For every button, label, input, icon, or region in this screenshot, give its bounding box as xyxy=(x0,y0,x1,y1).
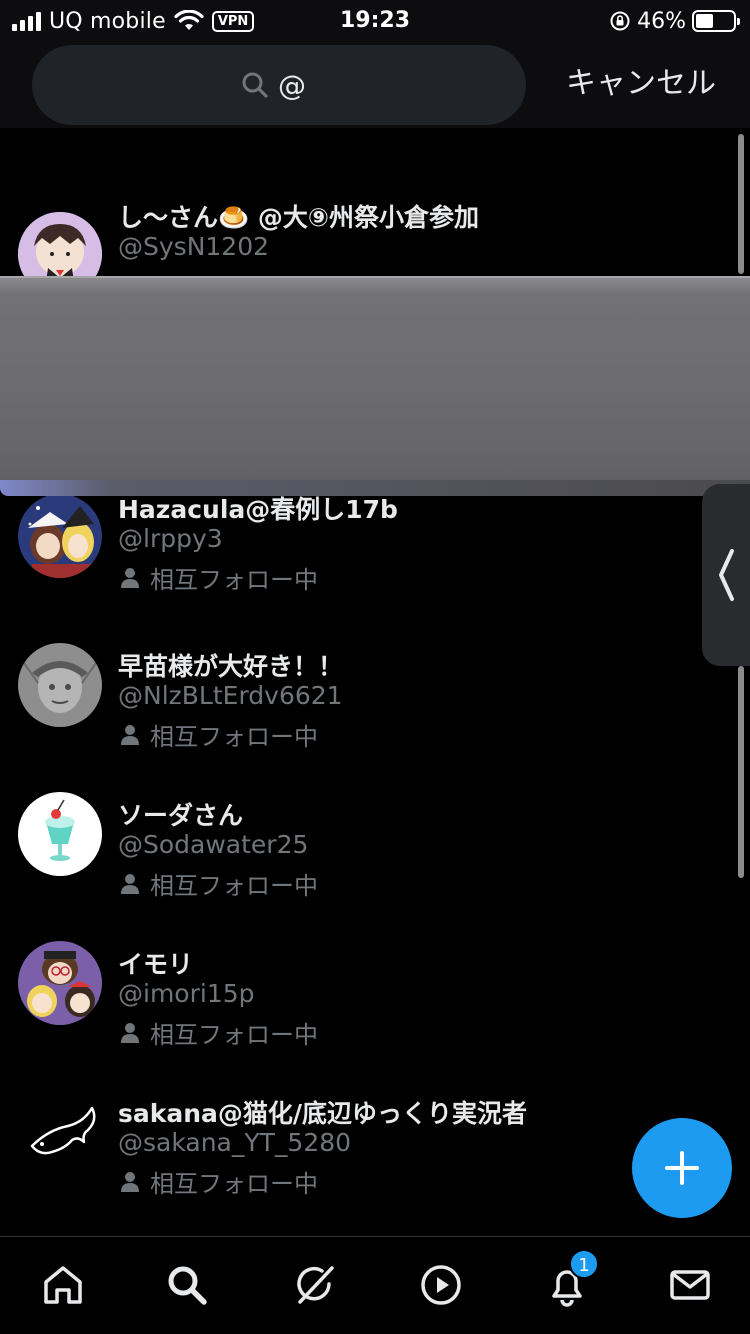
tab-bar: 1 xyxy=(0,1236,750,1334)
user-handle: @SysN1202 xyxy=(118,232,270,261)
tab-messages[interactable] xyxy=(664,1259,716,1311)
compose-button[interactable] xyxy=(632,1118,732,1218)
person-icon xyxy=(121,724,139,745)
mutual-follow-label: 相互フォロー中 xyxy=(150,566,318,594)
person-icon xyxy=(121,567,139,588)
search-icon xyxy=(242,72,268,98)
display-name: 早苗様が大好き！！ xyxy=(118,652,344,681)
gray-overlay-banner xyxy=(0,276,750,496)
mutual-follow-label: 相互フォロー中 xyxy=(150,1021,318,1049)
cancel-button[interactable]: キャンセル xyxy=(566,62,716,106)
display-name: sakana@猫化/底辺ゆっくり実況者 xyxy=(118,1099,528,1128)
mutual-follow-status: 相互フォロー中 xyxy=(118,1164,318,1199)
list-item[interactable]: 早苗様が大好き！！ @NlzBLtErdv6621 相互フォロー中 xyxy=(0,643,750,793)
mutual-follow-status: 相互フォロー中 xyxy=(118,717,318,752)
mutual-follow-label: 相互フォロー中 xyxy=(150,723,318,751)
battery-percent: 46% xyxy=(637,8,686,34)
person-icon xyxy=(121,873,139,894)
mutual-follow-status: 相互フォロー中 xyxy=(118,866,318,901)
plus-icon xyxy=(665,1151,699,1185)
avatar[interactable] xyxy=(18,643,102,727)
chevron-left-icon xyxy=(719,549,734,601)
messages-icon xyxy=(670,1270,710,1300)
avatar[interactable] xyxy=(18,941,102,1025)
user-handle: @lrppy3 xyxy=(118,524,223,553)
avatar[interactable] xyxy=(18,792,102,876)
home-icon xyxy=(44,1266,82,1304)
avatar[interactable] xyxy=(18,494,102,578)
tab-video[interactable] xyxy=(415,1259,467,1311)
search-icon xyxy=(168,1266,207,1305)
list-item[interactable]: ソーダさん @Sodawater25 相互フォロー中 xyxy=(0,792,750,942)
search-box[interactable] xyxy=(32,45,526,125)
notification-badge: 1 xyxy=(569,1249,599,1279)
status-bar: UQ mobile VPN 19:23 46% xyxy=(0,0,750,42)
mutual-follow-status: 相互フォロー中 xyxy=(118,1015,318,1050)
side-panel-handle[interactable] xyxy=(702,484,750,666)
user-handle: @imori15p xyxy=(118,979,255,1008)
search-header: キャンセル xyxy=(0,42,750,128)
list-item[interactable]: イモリ @imori15p 相互フォロー中 xyxy=(0,941,750,1091)
avatar[interactable] xyxy=(18,1090,102,1174)
tab-search[interactable] xyxy=(161,1259,213,1311)
search-input[interactable] xyxy=(278,68,318,102)
person-icon xyxy=(121,1022,139,1043)
tab-home[interactable] xyxy=(37,1259,89,1311)
grok-icon xyxy=(297,1266,334,1304)
person-icon xyxy=(121,1171,139,1192)
user-list[interactable]: し〜さん🍮 @大⑨州祭小倉参加 @SysN1202 Hazacula@春例し17… xyxy=(0,128,750,1236)
user-handle: @sakana_YT_5280 xyxy=(118,1128,352,1157)
mutual-follow-status: 相互フォロー中 xyxy=(118,560,318,595)
video-icon xyxy=(421,1265,461,1305)
tab-notifications[interactable]: 1 xyxy=(541,1249,599,1311)
status-right: 46% xyxy=(609,6,740,36)
mutual-follow-label: 相互フォロー中 xyxy=(150,872,318,900)
list-item[interactable]: Hazacula@春例し17b @lrppy3 相互フォロー中 xyxy=(0,494,750,644)
mutual-follow-label: 相互フォロー中 xyxy=(150,1170,318,1198)
orientation-lock-icon xyxy=(610,11,630,31)
battery-icon xyxy=(692,10,740,32)
user-handle: @NlzBLtErdv6621 xyxy=(118,681,343,710)
user-handle: @Sodawater25 xyxy=(118,830,309,859)
tab-grok[interactable] xyxy=(289,1259,341,1311)
display-name: ソーダさん xyxy=(118,801,244,830)
display-name: イモリ xyxy=(118,950,194,979)
display-name: し〜さん🍮 @大⑨州祭小倉参加 xyxy=(118,203,479,232)
